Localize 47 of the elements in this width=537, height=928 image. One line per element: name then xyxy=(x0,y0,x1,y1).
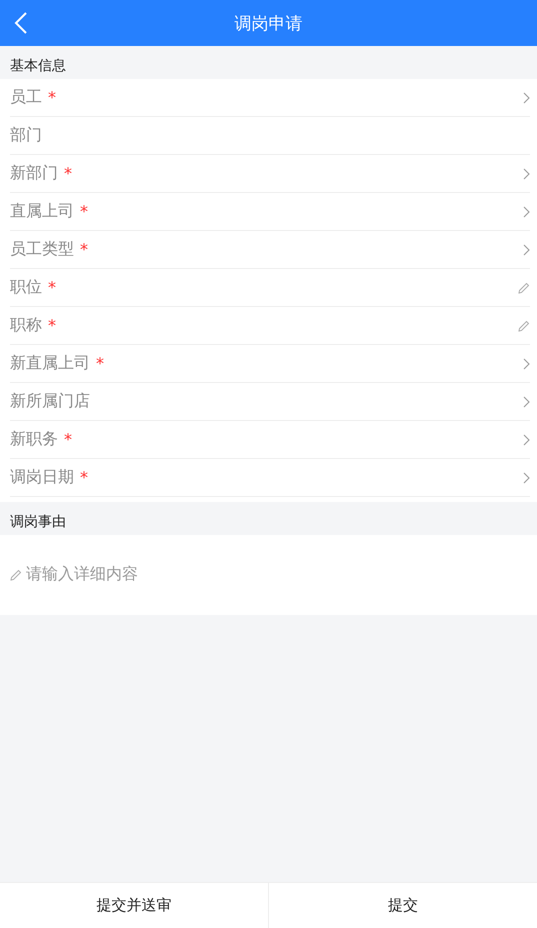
pencil-icon xyxy=(518,320,530,332)
field-label: 员工类型 xyxy=(10,239,74,260)
section-header: 基本信息 xyxy=(9,57,67,76)
form-row[interactable]: 直属上司 * xyxy=(10,193,530,231)
required-mark: * xyxy=(48,316,56,335)
chevron-icon xyxy=(523,396,530,408)
field-label: 调岗日期 xyxy=(10,467,74,488)
required-mark: * xyxy=(48,88,56,107)
chevron-icon xyxy=(523,244,530,256)
pencil-icon xyxy=(10,569,22,581)
chevron-icon xyxy=(523,168,530,180)
required-mark: * xyxy=(64,164,72,183)
field-label: 职位 xyxy=(10,277,42,298)
field-label: 新所属门店 xyxy=(10,391,90,412)
form-row[interactable]: 新部门 * xyxy=(10,155,530,193)
form-row[interactable]: 员工 * xyxy=(10,79,530,117)
field-label: 直属上司 xyxy=(10,201,74,222)
field-label: 员工 xyxy=(10,87,42,108)
form-row[interactable]: 员工类型 * xyxy=(10,231,530,269)
reason-field[interactable]: 请输入详细内容 xyxy=(26,564,326,586)
form-row[interactable]: 职位 * xyxy=(10,269,530,307)
field-label: 新部门 xyxy=(10,163,58,184)
field-label: 新职务 xyxy=(10,429,58,450)
form-row[interactable]: 部门 xyxy=(10,117,530,155)
chevron-icon xyxy=(523,358,530,370)
back-icon[interactable] xyxy=(14,11,28,35)
chevron-icon xyxy=(523,92,530,104)
required-mark: * xyxy=(96,354,104,373)
pencil-icon xyxy=(518,282,530,294)
form-row[interactable]: 新直属上司 * xyxy=(10,345,530,383)
form-row[interactable]: 调岗日期 * xyxy=(10,459,530,497)
required-mark: * xyxy=(48,278,56,297)
required-mark: * xyxy=(80,468,88,487)
form-row[interactable]: 新职务 * xyxy=(10,421,530,459)
form-row[interactable]: 职称 * xyxy=(10,307,530,345)
chevron-icon xyxy=(523,434,530,446)
chevron-icon xyxy=(523,206,530,218)
required-mark: * xyxy=(80,240,88,259)
field-label: 部门 xyxy=(10,125,42,146)
form-row[interactable]: 新所属门店 xyxy=(10,383,530,421)
field-label: 职称 xyxy=(10,315,42,336)
chevron-icon xyxy=(523,472,530,484)
required-mark: * xyxy=(80,202,88,221)
field-label: 新直属上司 xyxy=(10,353,90,374)
page-title: 调岗申请 xyxy=(234,12,302,34)
required-mark: * xyxy=(64,430,72,449)
section-header: 调岗事由 xyxy=(9,513,67,532)
